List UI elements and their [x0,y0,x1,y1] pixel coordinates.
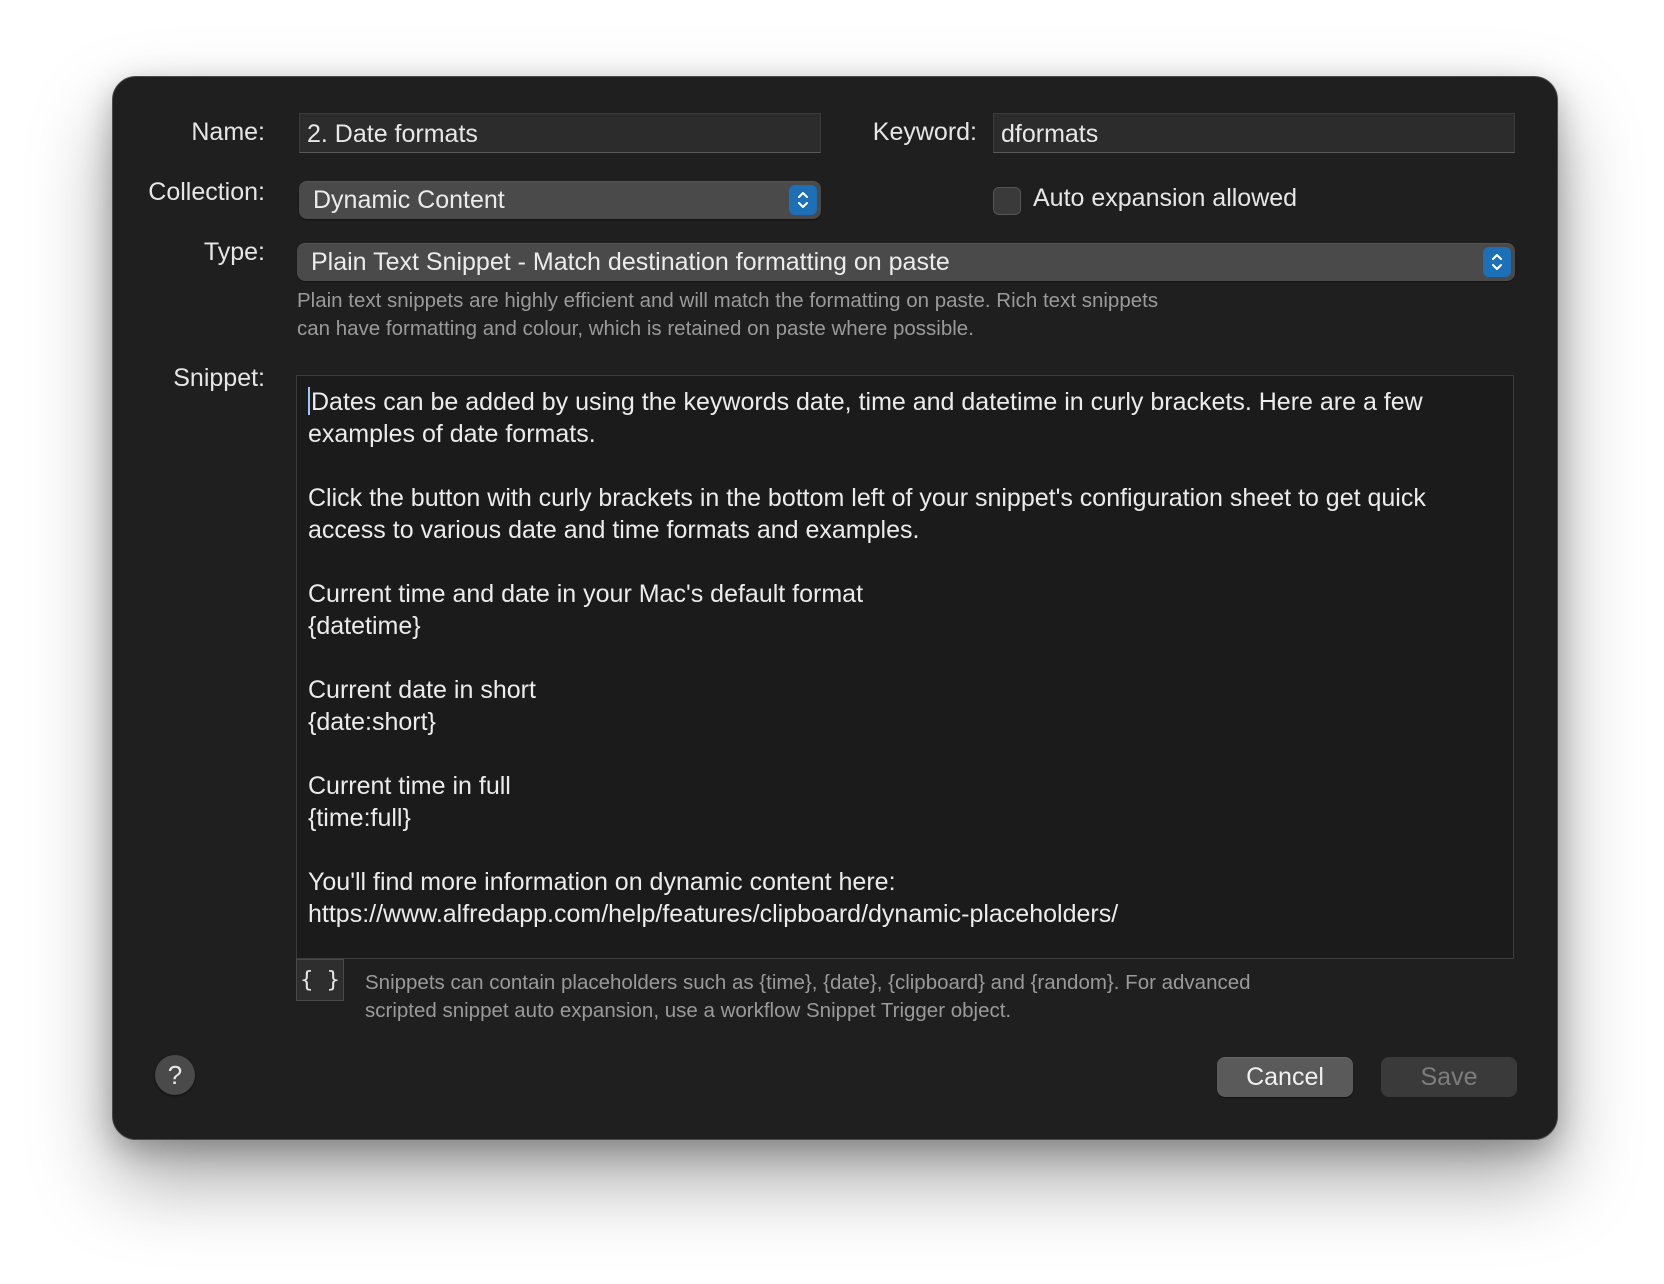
snippet-text-area[interactable]: Dates can be added by using the keywords… [296,375,1514,959]
placeholder-hint: Snippets can contain placeholders such a… [365,969,1515,1025]
chevron-updown-icon [789,185,817,215]
cancel-button[interactable]: Cancel [1217,1057,1353,1097]
type-hint-line: Plain text snippets are highly efficient… [297,289,1159,312]
collection-label: Collection: [148,178,265,206]
type-hint-line: can have formatting and colour, which is… [297,317,974,340]
snippet-editor-sheet: Name: 2. Date formats Keyword: dformats … [112,76,1558,1140]
curly-braces-button[interactable]: { } [296,959,344,1001]
collection-popup-value: Dynamic Content [313,186,505,214]
snippet-paragraph: Current time and date in your Mac's defa… [308,580,864,640]
keyword-label: Keyword: [872,118,977,146]
snippet-paragraph: Current time in full {time:full} [308,772,511,832]
chevron-updown-icon [1483,247,1511,277]
text-caret [308,387,310,415]
snippet-paragraph: Current date in short {date:short} [308,676,536,736]
snippet-paragraph: You'll find more information on dynamic … [308,868,1119,928]
name-label: Name: [191,118,265,146]
type-hint: Plain text snippets are highly efficient… [297,287,1497,343]
help-button[interactable]: ? [155,1055,195,1095]
snippet-paragraph: Click the button with curly brackets in … [308,484,1433,544]
snippet-paragraph: Dates can be added by using the keywords… [308,387,1430,448]
name-field[interactable]: 2. Date formats [299,113,821,153]
save-button[interactable]: Save [1381,1057,1517,1097]
collection-popup[interactable]: Dynamic Content [299,181,821,219]
type-popup[interactable]: Plain Text Snippet - Match destination f… [297,243,1515,281]
placeholder-hint-line: scripted snippet auto expansion, use a w… [365,999,1012,1022]
placeholder-hint-line: Snippets can contain placeholders such a… [365,971,1251,994]
keyword-field[interactable]: dformats [993,113,1515,153]
snippet-label: Snippet: [173,364,265,392]
auto-expansion-checkbox[interactable] [993,187,1021,215]
auto-expansion-label: Auto expansion allowed [1033,184,1298,212]
type-popup-value: Plain Text Snippet - Match destination f… [311,248,950,276]
type-label: Type: [203,238,265,266]
